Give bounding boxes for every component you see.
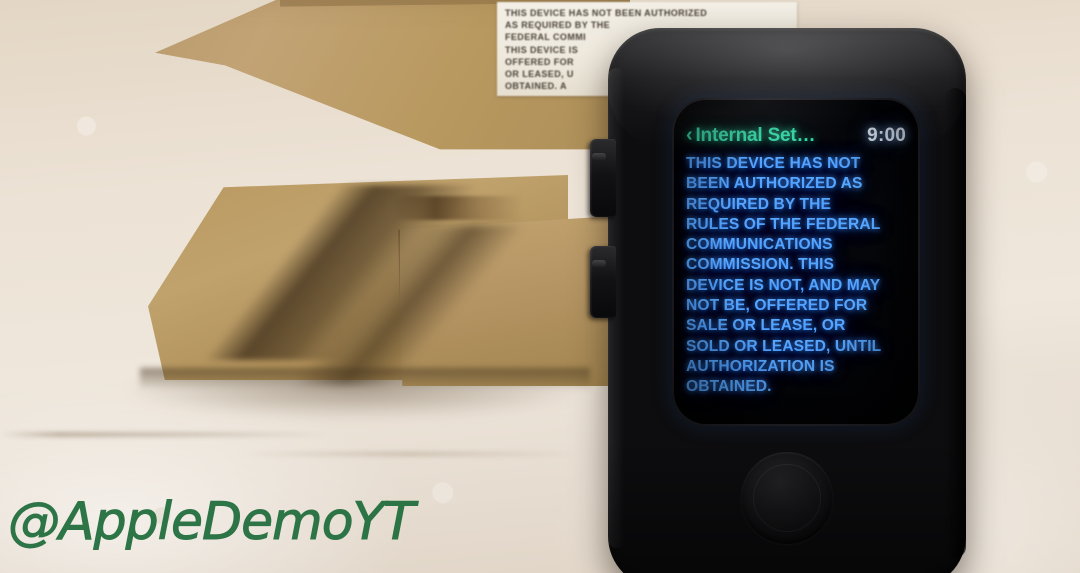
volume-down-button[interactable] — [590, 246, 616, 318]
back-button[interactable]: ‹ Internal Set… — [686, 124, 816, 147]
back-button-label: Internal Set… — [695, 125, 816, 146]
button-notch-icon — [592, 260, 606, 267]
fcc-text-line: SALE OR LEASE, OR — [686, 317, 846, 335]
fcc-text-line: AUTHORIZATION IS — [686, 357, 835, 375]
cardboard-bottom-shadow — [140, 368, 590, 390]
watch-screen[interactable]: ‹ Internal Set… 9:00 THIS DEVICE HAS NOT… — [672, 98, 920, 426]
screen-nav-bar: ‹ Internal Set… 9:00 — [672, 122, 920, 150]
device-right-rim — [944, 88, 966, 558]
fcc-notice-text: THIS DEVICE HAS NOT BEEN AUTHORIZED AS R… — [686, 154, 910, 398]
carpet-seam — [0, 432, 330, 437]
home-button-ring-icon — [753, 464, 821, 532]
fcc-text-line: NOT BE, OFFERED FOR — [686, 297, 868, 315]
chevron-left-icon: ‹ — [686, 124, 693, 146]
fcc-text-line: DEVICE IS NOT, AND MAY — [686, 276, 881, 294]
channel-watermark: @AppleDemoYT — [7, 492, 415, 553]
photo-scene: THIS DEVICE HAS NOT BEEN AUTHORIZED AS R… — [0, 0, 1080, 573]
fcc-text-line: REQUIRED BY THE — [686, 195, 832, 213]
carpet-seam-secondary — [240, 452, 580, 456]
prototype-watch-device: ‹ Internal Set… 9:00 THIS DEVICE HAS NOT… — [590, 28, 966, 573]
fcc-text-line: COMMUNICATIONS — [686, 236, 833, 254]
fcc-text-line: OBTAINED. — [686, 378, 772, 396]
cardboard-crease-shadow-2 — [250, 225, 550, 385]
cardboard-torn-edge — [392, 196, 522, 220]
sticker-line: THIS DEVICE HAS NOT BEEN AUTHORIZED — [505, 8, 708, 18]
fcc-text-line: RULES OF THE FEDERAL — [686, 215, 881, 233]
fcc-text-line: BEEN AUTHORIZED AS — [686, 175, 863, 193]
fcc-text-line: SOLD OR LEASED, UNTIL — [686, 337, 882, 355]
button-notch-icon — [592, 153, 606, 160]
volume-up-button[interactable] — [590, 139, 616, 217]
home-button[interactable] — [741, 452, 833, 544]
status-time: 9:00 — [867, 125, 906, 146]
fcc-text-line: COMMISSION. THIS — [686, 256, 835, 274]
fcc-text-line: THIS DEVICE HAS NOT — [686, 155, 861, 172]
